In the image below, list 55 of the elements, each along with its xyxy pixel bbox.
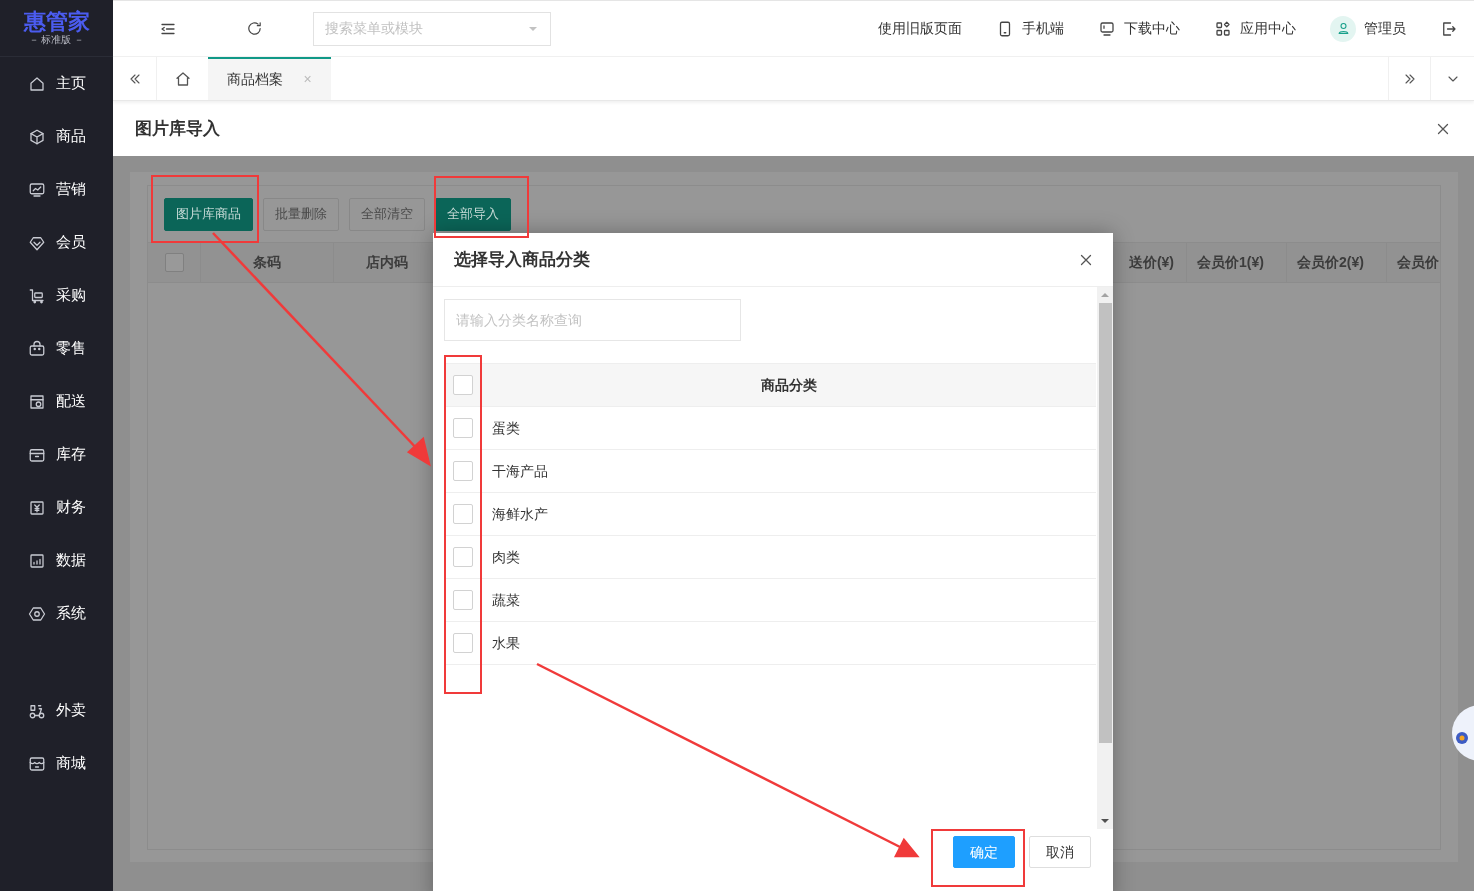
header-link[interactable]: 应用中心: [1214, 18, 1296, 39]
table-cell-text: 蛋类: [491, 418, 521, 438]
sidebar-item[interactable]: 主页: [0, 57, 113, 110]
table-cell-text: 蔬菜: [491, 590, 521, 610]
yen-icon: [28, 498, 46, 517]
table-cell-text: 水果: [491, 633, 521, 653]
sidebar-item[interactable]: 商品: [0, 110, 113, 163]
bag-icon: [28, 339, 46, 358]
header-link[interactable]: 使用旧版页面: [878, 18, 962, 39]
column-header: 条码: [201, 243, 334, 282]
sidebar-item[interactable]: 外卖: [0, 684, 113, 737]
table-cell-text: 海鲜水产: [491, 504, 549, 524]
cart-icon: [28, 286, 46, 305]
table-cell-text: 肉类: [491, 547, 521, 567]
edition-label: － 标准版 －: [28, 34, 85, 46]
page-title: 图片库导入: [135, 117, 220, 140]
sidebar-item[interactable]: 商城: [0, 737, 113, 790]
search-field[interactable]: 请输入分类名称查询: [444, 299, 741, 341]
column-header: 会员价: [1386, 243, 1440, 282]
sidebar-item[interactable]: 零售: [0, 322, 113, 375]
cube-icon: [28, 127, 46, 146]
user-icon: [1335, 21, 1351, 36]
mascot-icon[interactable]: [1450, 705, 1474, 761]
page-tab[interactable]: 商品档案 ×: [208, 57, 331, 100]
store-icon: [28, 392, 46, 411]
bar-chart-icon: [28, 551, 46, 570]
column-header: 商品分类: [760, 375, 818, 395]
column-header: 会员价1(¥): [1186, 243, 1286, 282]
column-header: 会员价2(¥): [1286, 243, 1386, 282]
sidebar-item[interactable]: 营销: [0, 163, 113, 216]
table-cell-text: 干海产品: [491, 461, 549, 481]
logo-text: 惠管家: [23, 10, 90, 34]
sidebar-item[interactable]: 数据: [0, 534, 113, 587]
scrollbar[interactable]: [1097, 287, 1113, 829]
header-link[interactable]: 下载中心: [1098, 18, 1180, 39]
dialog-button[interactable]: 取消: [1029, 836, 1091, 868]
refresh-icon[interactable]: [245, 20, 263, 37]
sidebar-item[interactable]: 财务: [0, 481, 113, 534]
sidebar-item[interactable]: 系统: [0, 587, 113, 640]
sidebar-item[interactable]: 采购: [0, 269, 113, 322]
dialog-title: 选择导入商品分类: [454, 248, 590, 271]
user-menu[interactable]: 管理员: [1330, 15, 1406, 42]
gear-icon: [28, 604, 46, 623]
sidebar-item[interactable]: 会员: [0, 216, 113, 269]
logout-icon[interactable]: [1440, 19, 1458, 38]
checkbox[interactable]: [164, 253, 184, 272]
monitor-icon: [1098, 19, 1116, 38]
shop-icon: [28, 754, 46, 773]
sidebar-item[interactable]: 配送: [0, 375, 113, 428]
header-link[interactable]: 手机端: [996, 18, 1064, 39]
apps-icon: [1214, 19, 1232, 38]
toolbar-button[interactable]: 图片库商品: [164, 197, 253, 231]
sidebar-item[interactable]: 库存: [0, 428, 113, 481]
toolbar-button[interactable]: 全部导入: [435, 197, 511, 231]
chart-monitor-icon: [28, 180, 46, 199]
